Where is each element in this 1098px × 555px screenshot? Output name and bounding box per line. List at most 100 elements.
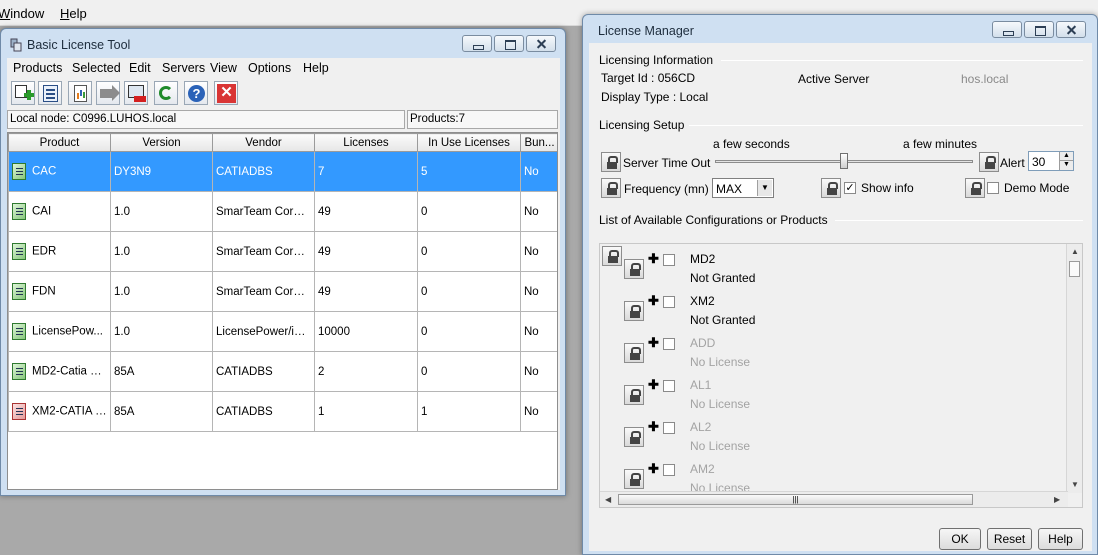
help-button[interactable]: Help: [1038, 528, 1083, 550]
expand-icon[interactable]: ✚: [648, 378, 659, 391]
lock-icon[interactable]: [624, 469, 644, 489]
add-product-icon[interactable]: [11, 81, 35, 105]
help-icon[interactable]: ?: [184, 81, 208, 105]
window-title: License Manager: [598, 24, 694, 38]
cell-text: MD2-Catia M...: [32, 365, 110, 378]
scroll-left-icon[interactable]: ◀: [605, 495, 611, 504]
lock-icon[interactable]: [979, 152, 999, 172]
remove-server-icon[interactable]: [124, 81, 148, 105]
menu-view[interactable]: View: [210, 61, 237, 75]
expand-icon[interactable]: ✚: [648, 462, 659, 475]
menu-help[interactable]: Help: [60, 6, 87, 21]
export-icon[interactable]: [96, 81, 120, 105]
table-row[interactable]: MD2-Catia M... 85A CATIADBS 2 0 No: [8, 351, 557, 392]
menu-options[interactable]: Options: [248, 61, 291, 75]
col-vendor[interactable]: Vendor: [212, 133, 315, 152]
demo-mode-label: Demo Mode: [1004, 181, 1070, 195]
report-icon[interactable]: [68, 81, 92, 105]
products-table: Product Version Vendor Licenses In Use L…: [7, 132, 558, 490]
scroll-right-icon[interactable]: ▶: [1054, 495, 1060, 504]
horizontal-scrollbar[interactable]: ◀ ||| ▶: [600, 491, 1068, 507]
col-product[interactable]: Product: [8, 133, 111, 152]
menu-help[interactable]: Help: [303, 61, 329, 75]
table-row[interactable]: FDN 1.0 SmarTeam Corpor... 49 0 No: [8, 271, 557, 312]
close-window-button[interactable]: [526, 35, 556, 52]
cell-product: MD2-Catia M...: [8, 351, 111, 392]
refresh-icon[interactable]: [154, 81, 178, 105]
scroll-down-icon[interactable]: ▼: [1071, 480, 1079, 489]
properties-icon[interactable]: [38, 81, 62, 105]
scroll-up-icon[interactable]: ▲: [1071, 247, 1079, 256]
col-bundle[interactable]: Bun...: [520, 133, 557, 152]
cell-text: CATIADBS: [216, 365, 273, 378]
cell-text: CAI: [32, 205, 52, 218]
scroll-thumb[interactable]: [1069, 261, 1080, 277]
cell-product: CAC: [8, 151, 111, 192]
maximize-button[interactable]: [1024, 21, 1054, 38]
show-info-checkbox[interactable]: ✓: [844, 182, 856, 194]
menu-edit[interactable]: Edit: [129, 61, 151, 75]
item-name: AL1: [690, 378, 712, 392]
col-licenses[interactable]: Licenses: [314, 133, 418, 152]
table-row[interactable]: LicensePow... 1.0 LicensePower/iFO... 10000…: [8, 311, 557, 352]
table-row[interactable]: EDR 1.0 SmarTeam Corpor... 49 0 No: [8, 231, 557, 272]
vertical-scrollbar[interactable]: ▲ ▼: [1066, 244, 1082, 493]
close-window-button[interactable]: [1056, 21, 1086, 38]
frequency-select[interactable]: MAX ▼: [712, 178, 774, 198]
alert-spinner[interactable]: 30 ▲ ▼: [1028, 151, 1074, 171]
item-checkbox[interactable]: [663, 422, 675, 434]
cell-text: 49: [318, 285, 331, 298]
licensing-information-header: Licensing Information: [599, 53, 714, 67]
col-in-use-licenses[interactable]: In Use Licenses: [417, 133, 521, 152]
scroll-thumb[interactable]: |||: [618, 494, 973, 505]
table-row[interactable]: XM2-CATIA E... 85A CATIADBS 1 1 No: [8, 391, 557, 432]
close-icon[interactable]: ✕: [214, 81, 238, 105]
lock-icon[interactable]: [624, 385, 644, 405]
lock-icon[interactable]: [821, 178, 841, 198]
reset-button[interactable]: Reset: [987, 528, 1032, 550]
spin-down-icon[interactable]: ▼: [1060, 161, 1073, 170]
cell-text: 1.0: [114, 205, 130, 218]
minimize-button[interactable]: [462, 35, 492, 52]
spin-up-icon[interactable]: ▲: [1060, 152, 1073, 161]
lock-icon[interactable]: [601, 178, 621, 198]
lock-icon[interactable]: [601, 152, 621, 172]
cell-product: LicensePow...: [8, 311, 111, 352]
expand-icon[interactable]: ✚: [648, 420, 659, 433]
lock-icon[interactable]: [624, 427, 644, 447]
frequency-value: MAX: [716, 182, 743, 196]
minimize-button[interactable]: [992, 21, 1022, 38]
table-row[interactable]: CAC DY3N9 CATIADBS 7 5 No: [8, 151, 557, 192]
cell-licenses: 1: [314, 391, 418, 432]
server-timeout-slider-thumb[interactable]: [840, 153, 848, 169]
item-checkbox[interactable]: [663, 464, 675, 476]
col-version[interactable]: Version: [110, 133, 213, 152]
product-green-icon: [12, 243, 26, 260]
cell-text: 1.0: [114, 245, 130, 258]
item-checkbox[interactable]: [663, 254, 675, 266]
cell-licenses: 49: [314, 231, 418, 272]
table-row[interactable]: CAI 1.0 SmarTeam Corpor... 49 0 No: [8, 191, 557, 232]
menu-window[interactable]: Window: [0, 6, 44, 21]
lock-icon[interactable]: [624, 343, 644, 363]
expand-icon[interactable]: ✚: [648, 294, 659, 307]
cell-text: No: [524, 405, 539, 418]
cell-text: No: [524, 165, 539, 178]
expand-icon[interactable]: ✚: [648, 252, 659, 265]
lock-icon[interactable]: [624, 259, 644, 279]
menu-products[interactable]: Products: [13, 61, 62, 75]
expand-icon[interactable]: ✚: [648, 336, 659, 349]
lock-icon[interactable]: [624, 301, 644, 321]
lock-icon[interactable]: [965, 178, 985, 198]
item-checkbox[interactable]: [663, 296, 675, 308]
maximize-button[interactable]: [494, 35, 524, 52]
ok-button[interactable]: OK: [939, 528, 981, 550]
cell-text: 7: [318, 165, 325, 178]
demo-mode-checkbox[interactable]: [987, 182, 999, 194]
cell-text: 1.0: [114, 285, 130, 298]
item-checkbox[interactable]: [663, 380, 675, 392]
menu-servers[interactable]: Servers: [162, 61, 205, 75]
lock-icon[interactable]: [602, 246, 622, 266]
menu-selected[interactable]: Selected: [72, 61, 121, 75]
item-checkbox[interactable]: [663, 338, 675, 350]
